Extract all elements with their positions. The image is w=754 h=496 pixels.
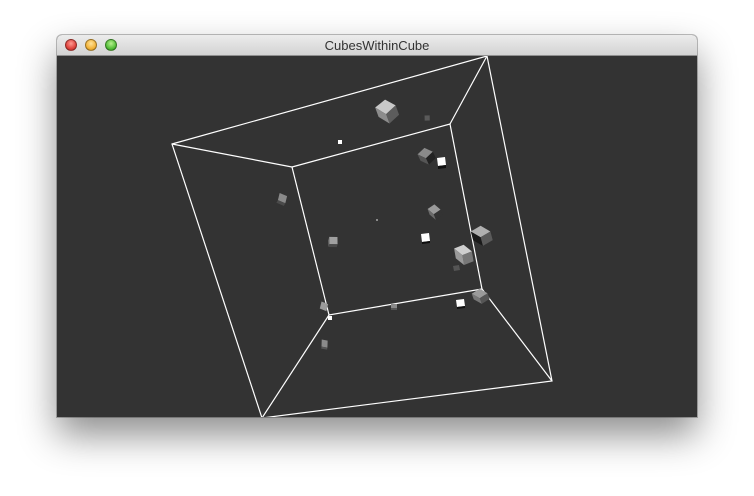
cube xyxy=(391,304,397,310)
window-title: CubesWithinCube xyxy=(324,38,430,53)
wireframe-cube xyxy=(171,56,553,417)
edge-bottom-left xyxy=(261,314,330,417)
cube xyxy=(437,157,446,169)
cube xyxy=(338,140,342,144)
edge-top-right xyxy=(449,56,488,125)
cube xyxy=(328,236,338,248)
cube xyxy=(376,219,378,221)
cube xyxy=(454,244,474,265)
scene-canvas[interactable] xyxy=(57,56,697,417)
title-bar[interactable]: CubesWithinCube xyxy=(57,35,697,56)
inner-face xyxy=(291,123,483,316)
cube xyxy=(417,147,436,165)
cube xyxy=(453,265,460,271)
cube xyxy=(276,193,288,206)
cube xyxy=(421,233,430,244)
cube xyxy=(375,99,400,124)
cube xyxy=(424,115,430,121)
cube xyxy=(456,299,465,309)
cube xyxy=(427,204,443,220)
outer-face xyxy=(171,56,553,417)
edge-top-left xyxy=(171,143,293,168)
3d-viewport[interactable] xyxy=(57,56,697,417)
floating-cubes xyxy=(276,99,493,350)
cube xyxy=(471,288,490,304)
cube xyxy=(328,316,332,320)
edge-bottom-right xyxy=(481,288,553,382)
app-window: CubesWithinCube xyxy=(57,35,697,417)
cube xyxy=(321,339,328,350)
